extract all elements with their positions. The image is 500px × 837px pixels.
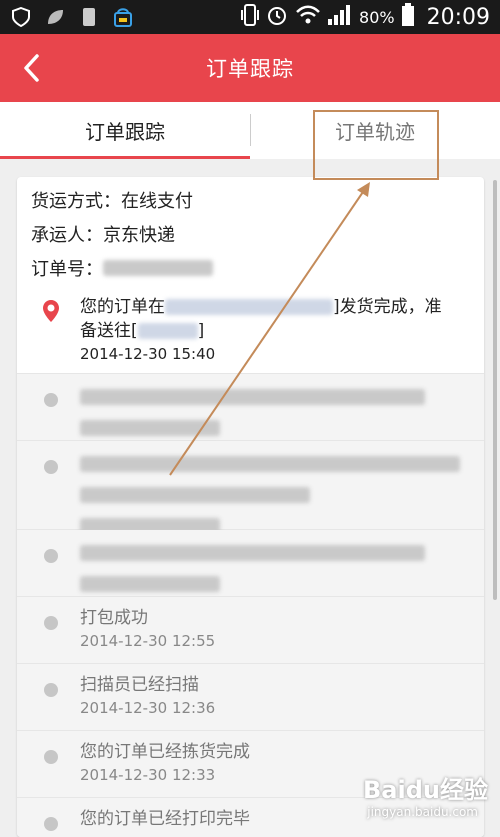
- timeline-dot: [44, 683, 58, 697]
- timeline-text: 您的订单已经拣货完成: [80, 742, 250, 762]
- timeline-time: 2014-12-30 15:40: [80, 345, 216, 363]
- timeline-dot: [44, 549, 58, 563]
- tab-order-tracking[interactable]: 订单跟踪: [0, 102, 250, 159]
- signal-icon: [327, 4, 353, 30]
- shipping-method: 货运方式：在线支付: [31, 191, 193, 212]
- timeline-item: 打包成功 2014-12-30 12:55: [17, 597, 484, 664]
- carrier: 承运人：京东快递: [31, 225, 175, 246]
- timeline-item: [17, 441, 484, 534]
- watermark-url: jingyan.baidu.com: [367, 805, 478, 819]
- timeline-text-redacted: [80, 388, 425, 405]
- tab-label: 订单跟踪: [85, 120, 165, 144]
- timeline-text: 扫描员已经扫描: [80, 675, 199, 695]
- order-info: 货运方式：在线支付 承运人：京东快递 订单号：: [17, 177, 484, 285]
- timeline-time-redacted: [80, 419, 220, 436]
- order-number-label: 订单号：: [31, 259, 103, 280]
- timeline-dot: [44, 817, 58, 831]
- order-number-redacted: [103, 260, 213, 276]
- tab-divider: [250, 114, 251, 146]
- timeline-text-redacted: [80, 544, 425, 561]
- timeline-dot: [44, 750, 58, 764]
- timeline-text-redacted: [80, 455, 460, 472]
- timeline-dot: [44, 460, 58, 474]
- scrollbar[interactable]: [493, 180, 497, 600]
- status-bar: 80% 20:09: [0, 0, 500, 34]
- wifi-icon: [295, 4, 321, 30]
- phone-icon: [78, 6, 100, 28]
- tracking-timeline: 您的订单在]发货完成，准 备送往[] 2014-12-30 15:40 打包成…: [17, 287, 484, 837]
- annotation-highlight-box: [313, 110, 439, 180]
- timeline-time-redacted: [80, 575, 220, 592]
- battery-percent: 80%: [359, 7, 395, 27]
- timeline-item: 您的订单在]发货完成，准 备送往[] 2014-12-30 15:40: [17, 287, 484, 374]
- timeline-dot: [44, 393, 58, 407]
- vibrate-icon: [241, 3, 260, 31]
- page-title: 订单跟踪: [206, 57, 294, 81]
- clock-time: 20:09: [426, 4, 490, 30]
- timeline-text: 打包成功: [80, 608, 148, 628]
- leaf-icon: [44, 6, 66, 28]
- back-button[interactable]: [12, 48, 52, 88]
- watermark-logo: Baidu经验: [363, 776, 488, 804]
- order-number: 订单号：: [31, 251, 470, 285]
- order-card: 货运方式：在线支付 承运人：京东快递 订单号： 您的订单在]发货完成，准 备送往…: [17, 177, 484, 837]
- timeline-dot: [44, 616, 58, 630]
- timeline-item: [17, 530, 484, 597]
- timeline-time: 2014-12-30 12:55: [80, 632, 216, 650]
- battery-icon: [401, 3, 415, 31]
- alarm-icon: [265, 3, 289, 31]
- shield-icon: [10, 6, 32, 28]
- timeline-item: 扫描员已经扫描 2014-12-30 12:36: [17, 664, 484, 731]
- title-bar: 订单跟踪: [0, 34, 500, 102]
- timeline-item: [17, 374, 484, 441]
- bag-icon: [112, 6, 134, 28]
- timeline-text: 您的订单在]发货完成，准: [80, 297, 442, 317]
- location-pin-icon: [43, 300, 59, 322]
- chevron-left-icon: [24, 54, 39, 82]
- timeline-time: 2014-12-30 12:36: [80, 699, 216, 717]
